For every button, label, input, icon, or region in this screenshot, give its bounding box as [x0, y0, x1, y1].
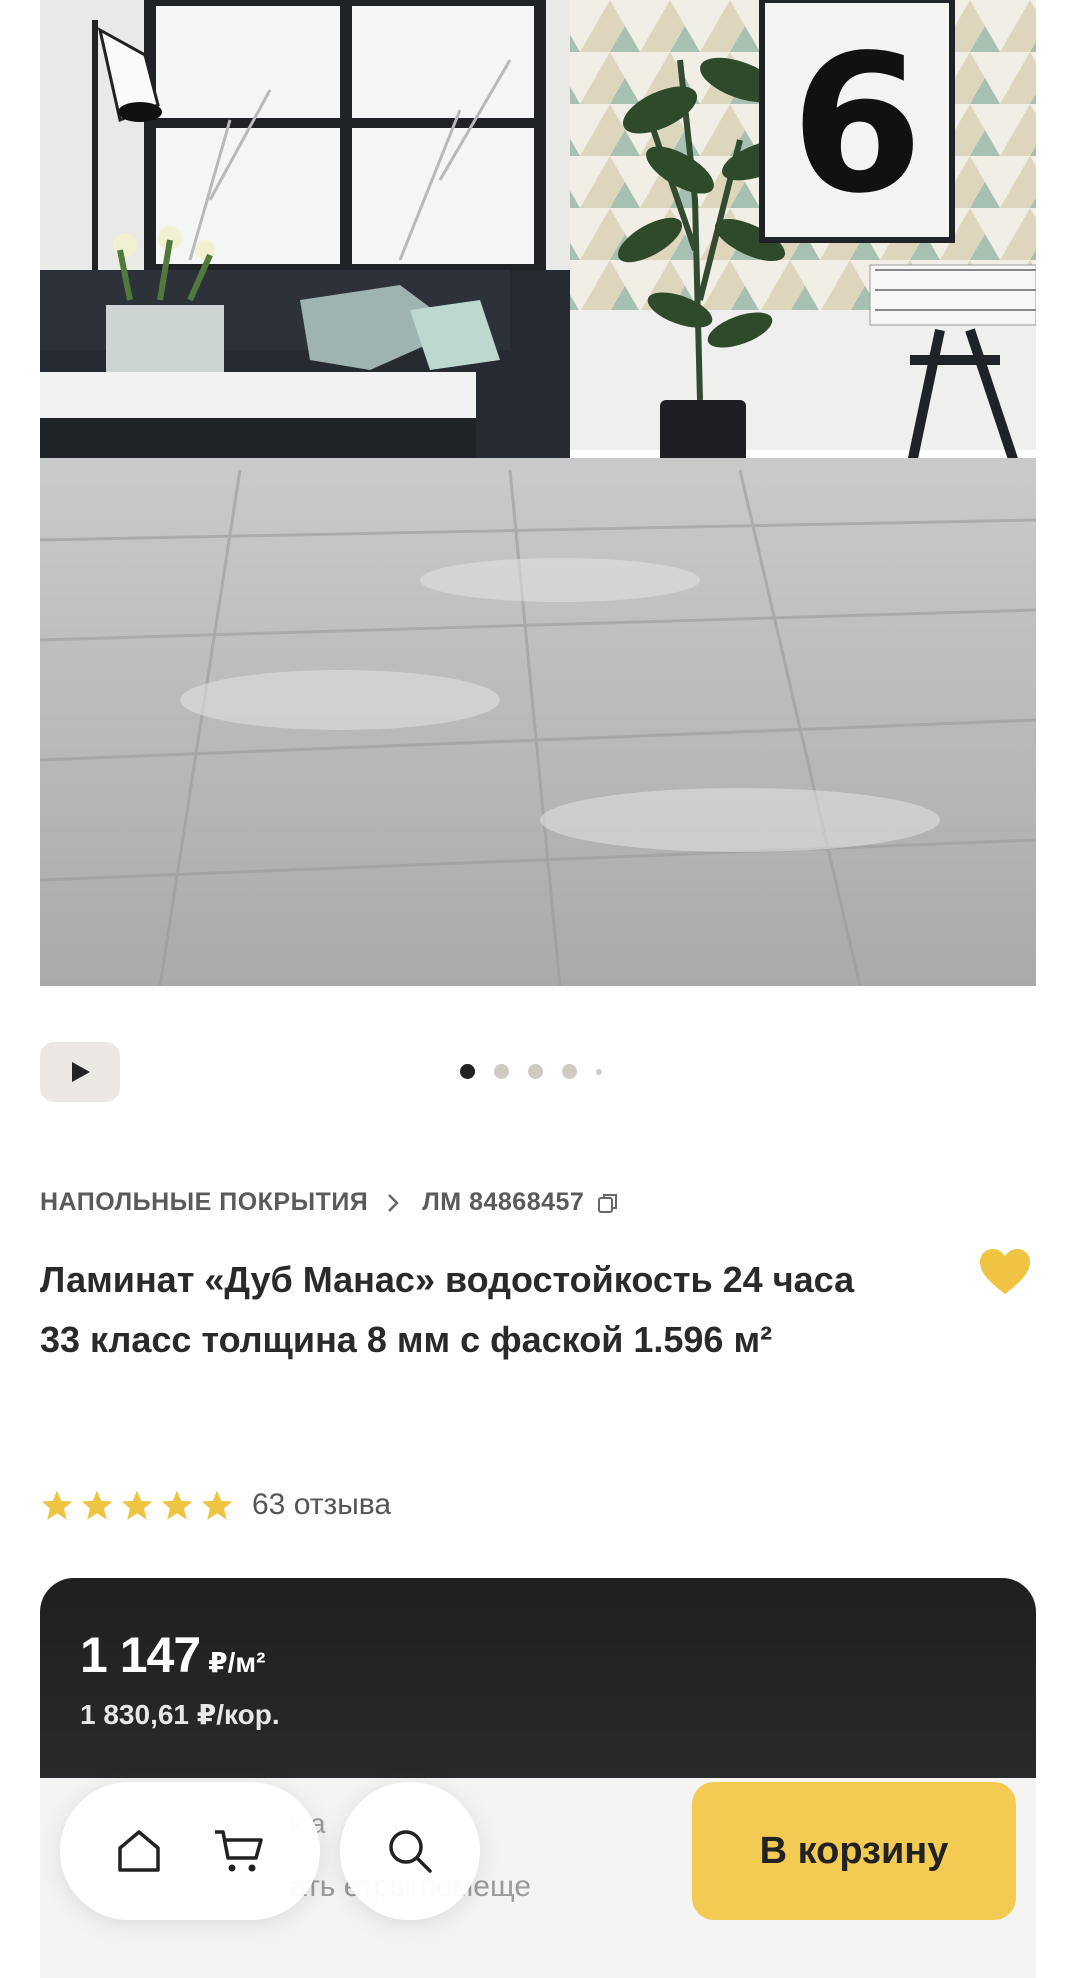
cart-icon[interactable]: [212, 1826, 266, 1876]
breadcrumb-category[interactable]: НАПОЛЬНЫЕ ПОКРЫТИЯ: [40, 1188, 368, 1217]
price-unit: ₽/м²: [208, 1647, 266, 1678]
star-icon: [161, 1490, 193, 1520]
price-value: 1 147: [80, 1627, 201, 1683]
gallery-dot-4[interactable]: [562, 1064, 577, 1079]
add-to-cart-button[interactable]: В корзину: [692, 1782, 1016, 1920]
rating-stars: [40, 1489, 234, 1521]
gallery-dot-5[interactable]: [596, 1068, 602, 1075]
heart-icon: [980, 1249, 1030, 1294]
bottom-nav-pill: [60, 1782, 320, 1920]
svg-text:6: 6: [791, 14, 923, 235]
product-photo[interactable]: 6: [40, 0, 1036, 986]
chevron-right-icon: [386, 1192, 400, 1214]
star-icon: [121, 1490, 153, 1520]
copy-icon[interactable]: [596, 1191, 620, 1215]
rating: 63 отзыва: [40, 1488, 391, 1522]
home-icon[interactable]: [114, 1826, 164, 1876]
star-icon: [201, 1490, 233, 1520]
star-icon: [81, 1490, 113, 1520]
article-number: ЛМ 84868457: [422, 1188, 585, 1216]
gallery-dot-1[interactable]: [460, 1064, 475, 1079]
search-pill[interactable]: [340, 1782, 480, 1920]
star-icon: [41, 1490, 73, 1520]
gallery-dots: [460, 1064, 602, 1079]
price-main: 1 147 ₽/м²: [80, 1626, 265, 1684]
gallery-dot-3[interactable]: [528, 1064, 543, 1079]
price-per-box: 1 830,61 ₽/кор.: [80, 1699, 280, 1730]
favorite-button[interactable]: [978, 1248, 1032, 1301]
reviews-link[interactable]: 63 отзыва: [252, 1488, 391, 1522]
video-button[interactable]: [40, 1042, 120, 1102]
play-icon: [72, 1062, 90, 1082]
gallery-dot-2[interactable]: [494, 1064, 509, 1079]
search-icon[interactable]: [384, 1825, 436, 1877]
breadcrumb: НАПОЛЬНЫЕ ПОКРЫТИЯ ЛМ 84868457: [40, 1188, 620, 1217]
product-title: Ламинат «Дуб Манас» водостойкость 24 час…: [40, 1259, 855, 1360]
